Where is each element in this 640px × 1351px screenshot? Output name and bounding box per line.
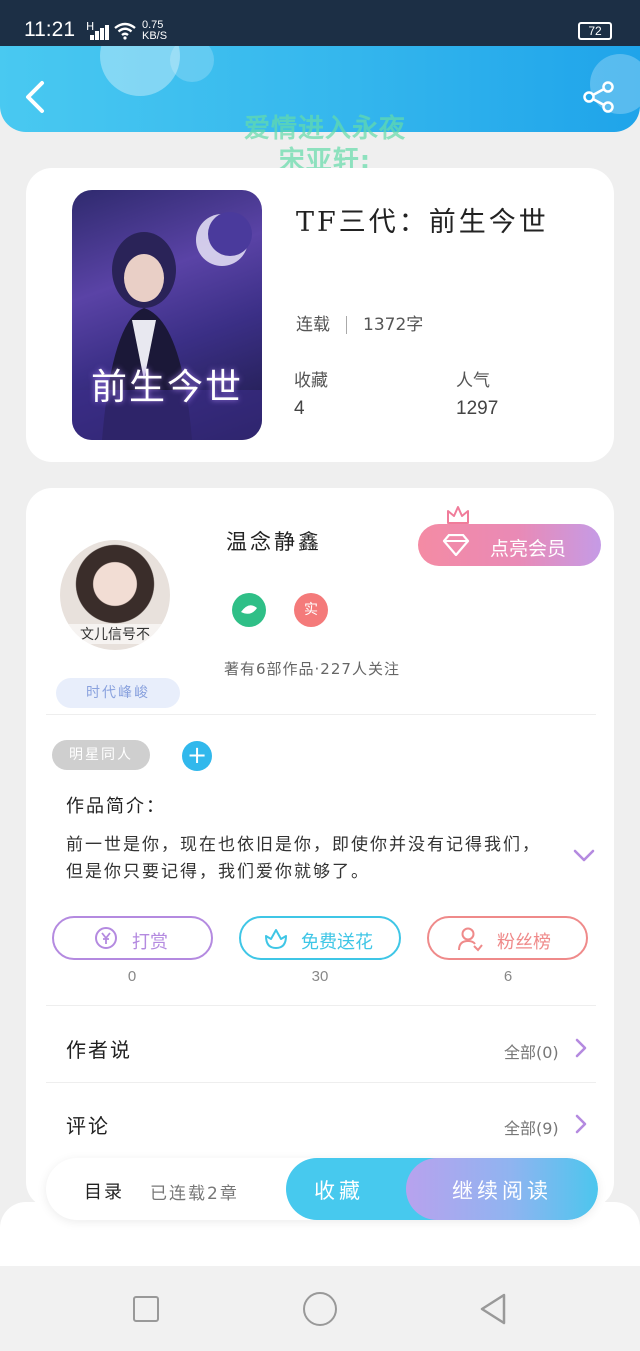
user-rank-icon	[458, 927, 483, 952]
chapter-count: 已连载2章	[150, 1184, 239, 1204]
add-tag-button[interactable]: +	[182, 741, 212, 771]
flower-count: 30	[311, 968, 329, 985]
chevron-right-icon[interactable]	[574, 1114, 588, 1134]
fan-tag: 时代峰峻	[56, 678, 180, 708]
author-name[interactable]: 温念静鑫	[226, 526, 322, 556]
divider	[46, 1082, 596, 1083]
vip-button-label: 点亮会员	[490, 538, 567, 560]
word-count: 1372字	[363, 315, 424, 335]
flower-icon	[265, 929, 287, 949]
tip-count: 0	[127, 968, 137, 985]
real-name-badge: 实	[294, 593, 328, 627]
continue-reading-label: 继续阅读	[452, 1179, 552, 1203]
back-triangle-icon[interactable]	[478, 1292, 508, 1326]
book-cover[interactable]: 前生今世	[72, 190, 262, 440]
collect-button-label: 收藏	[314, 1179, 364, 1203]
comments-label[interactable]: 评论	[66, 1110, 110, 1139]
book-title: TF三代：前生今世	[296, 207, 549, 238]
author-avatar[interactable]: 文儿信号不	[60, 540, 170, 650]
crown-icon	[447, 506, 469, 524]
recent-apps-icon[interactable]	[133, 1296, 159, 1322]
network-speed: 0.75 KB/S	[142, 20, 167, 42]
intro-text: 前一世是你，现在也依旧是你，即使你并没有记得我们，但是你只要记得，我们爱你就够了…	[66, 835, 541, 882]
yen-icon	[95, 927, 117, 949]
avatar-caption: 文儿信号不	[60, 624, 170, 644]
collect-count: 4	[294, 398, 305, 419]
genre-tag[interactable]: 明星同人	[52, 740, 150, 770]
comments-all[interactable]: 全部(9)	[504, 1115, 559, 1139]
catalog-button[interactable]: 目录	[84, 1178, 124, 1204]
popularity-count: 1297	[456, 398, 499, 419]
battery-icon: 72	[578, 22, 612, 40]
popularity-label: 人气	[456, 371, 490, 391]
author-level-badge-icon	[232, 593, 266, 627]
status-bar: 11:21 H 0.75 KB/S 72	[0, 0, 640, 50]
chevron-right-icon[interactable]	[574, 1038, 588, 1058]
collect-label: 收藏	[294, 371, 328, 391]
fan-rank-label: 粉丝榜	[497, 932, 551, 953]
tip-button[interactable]: 打赏	[52, 916, 213, 960]
tip-button-label: 打赏	[132, 932, 168, 953]
book-status-row: 连载 1372字	[296, 310, 423, 335]
share-icon[interactable]	[582, 80, 616, 114]
chevron-left-icon[interactable]	[20, 80, 50, 114]
serial-status: 连载	[296, 315, 330, 335]
cover-title: 前生今世	[90, 367, 243, 408]
divider	[46, 1005, 596, 1006]
send-flower-label: 免费送花	[301, 932, 373, 953]
vip-button[interactable]: 点亮会员	[418, 524, 601, 566]
author-says-label[interactable]: 作者说	[66, 1034, 132, 1063]
continue-reading-button[interactable]: 继续阅读	[406, 1158, 598, 1220]
fan-rank-button[interactable]: 粉丝榜	[427, 916, 588, 960]
send-flower-button[interactable]: 免费送花	[239, 916, 401, 960]
chevron-down-icon[interactable]	[572, 848, 596, 864]
author-stats: 著有6部作品·227人关注	[224, 660, 400, 678]
signal-icon	[90, 24, 110, 40]
speed-unit: KB/S	[142, 30, 168, 42]
home-icon[interactable]	[303, 1292, 337, 1326]
status-time: 11:21	[24, 18, 75, 41]
author-says-all[interactable]: 全部(0)	[504, 1039, 559, 1063]
divider	[46, 714, 596, 715]
fan-count: 6	[503, 968, 513, 985]
wifi-icon	[114, 22, 136, 40]
intro-label: 作品简介：	[66, 796, 166, 817]
bottom-action-bar: 目录 已连载2章 收藏 继续阅读	[46, 1158, 598, 1220]
diamond-icon	[442, 534, 470, 556]
